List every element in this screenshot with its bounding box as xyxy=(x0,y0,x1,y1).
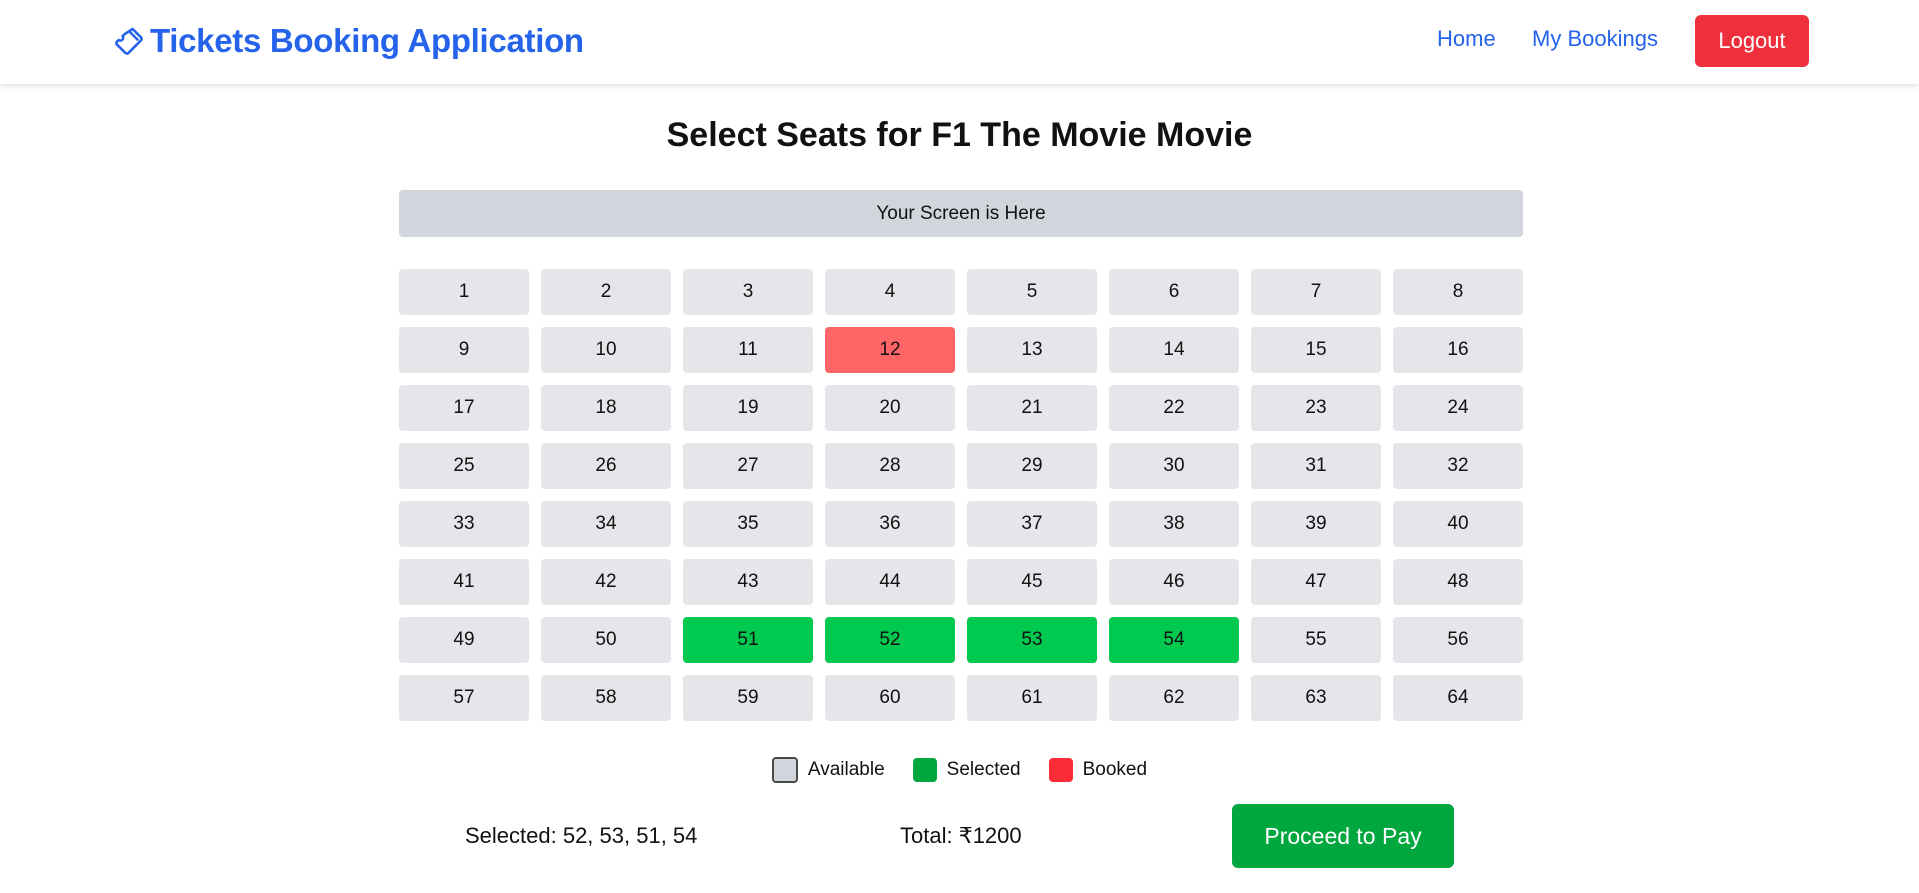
seat-64[interactable]: 64 xyxy=(1393,675,1523,721)
seat-46[interactable]: 46 xyxy=(1109,559,1239,605)
seat-49[interactable]: 49 xyxy=(399,617,529,663)
legend-available-label: Available xyxy=(807,759,885,780)
seat-5[interactable]: 5 xyxy=(967,269,1097,315)
seat-10[interactable]: 10 xyxy=(541,327,671,373)
brand-link[interactable]: Tickets Booking Application xyxy=(112,18,584,64)
legend-available-swatch xyxy=(771,757,798,783)
seat-61[interactable]: 61 xyxy=(967,675,1097,721)
seat-21[interactable]: 21 xyxy=(967,385,1097,431)
seat-62[interactable]: 62 xyxy=(1109,675,1239,721)
seat-15[interactable]: 15 xyxy=(1251,327,1381,373)
seat-grid: 1 2 3 4 5 6 7 8 9 10 11 12 13 14 15 16 17 18 19 20 21 22 23 24 2… xyxy=(399,269,1523,721)
seat-57[interactable]: 57 xyxy=(399,675,529,721)
seat-43[interactable]: 43 xyxy=(683,559,813,605)
nav-home-link[interactable]: Home xyxy=(1437,26,1496,52)
screen-indicator: Your Screen is Here xyxy=(399,190,1523,237)
seat-58[interactable]: 58 xyxy=(541,675,671,721)
seat-7[interactable]: 7 xyxy=(1251,269,1381,315)
seat-12: 12 xyxy=(825,327,955,373)
seat-47[interactable]: 47 xyxy=(1251,559,1381,605)
seat-45[interactable]: 45 xyxy=(967,559,1097,605)
seat-35[interactable]: 35 xyxy=(683,501,813,547)
seat-63[interactable]: 63 xyxy=(1251,675,1381,721)
seat-39[interactable]: 39 xyxy=(1251,501,1381,547)
legend-selected-label: Selected xyxy=(946,759,1021,780)
nav-my-bookings-link[interactable]: My Bookings xyxy=(1532,26,1658,52)
seat-11[interactable]: 11 xyxy=(683,327,813,373)
seat-41[interactable]: 41 xyxy=(399,559,529,605)
seat-51[interactable]: 51 xyxy=(683,617,813,663)
seat-26[interactable]: 26 xyxy=(541,443,671,489)
seat-9[interactable]: 9 xyxy=(399,327,529,373)
seat-6[interactable]: 6 xyxy=(1109,269,1239,315)
logout-button[interactable]: Logout xyxy=(1695,15,1809,67)
navbar: Tickets Booking Application Home My Book… xyxy=(0,0,1919,84)
seat-19[interactable]: 19 xyxy=(683,385,813,431)
seat-50[interactable]: 50 xyxy=(541,617,671,663)
seat-8[interactable]: 8 xyxy=(1393,269,1523,315)
screen-label: Your Screen is Here xyxy=(876,202,1046,224)
selected-seats-summary: Selected: 52, 53, 51, 54 xyxy=(465,823,698,848)
legend-booked-label: Booked xyxy=(1082,759,1148,780)
seat-37[interactable]: 37 xyxy=(967,501,1097,547)
seat-53[interactable]: 53 xyxy=(967,617,1097,663)
legend-selected: Selected xyxy=(912,758,1021,782)
seat-56[interactable]: 56 xyxy=(1393,617,1523,663)
seat-31[interactable]: 31 xyxy=(1251,443,1381,489)
seat-34[interactable]: 34 xyxy=(541,501,671,547)
seat-24[interactable]: 24 xyxy=(1393,385,1523,431)
seat-33[interactable]: 33 xyxy=(399,501,529,547)
seat-52[interactable]: 52 xyxy=(825,617,955,663)
total-price: Total: ₹1200 xyxy=(900,823,1022,848)
seat-2[interactable]: 2 xyxy=(541,269,671,315)
seat-32[interactable]: 32 xyxy=(1393,443,1523,489)
seat-30[interactable]: 30 xyxy=(1109,443,1239,489)
seat-25[interactable]: 25 xyxy=(399,443,529,489)
seat-1[interactable]: 1 xyxy=(399,269,529,315)
seat-16[interactable]: 16 xyxy=(1393,327,1523,373)
seat-14[interactable]: 14 xyxy=(1109,327,1239,373)
proceed-to-pay-button[interactable]: Proceed to Pay xyxy=(1232,804,1454,868)
seat-40[interactable]: 40 xyxy=(1393,501,1523,547)
page-title: Select Seats for F1 The Movie Movie xyxy=(666,116,1253,154)
seat-23[interactable]: 23 xyxy=(1251,385,1381,431)
seat-44[interactable]: 44 xyxy=(825,559,955,605)
legend-booked-swatch xyxy=(1048,758,1073,782)
seat-legend: Available Selected Booked xyxy=(0,757,1919,783)
seat-55[interactable]: 55 xyxy=(1251,617,1381,663)
seat-59[interactable]: 59 xyxy=(683,675,813,721)
seat-48[interactable]: 48 xyxy=(1393,559,1523,605)
legend-booked: Booked xyxy=(1048,758,1148,782)
seat-27[interactable]: 27 xyxy=(683,443,813,489)
legend-available: Available xyxy=(771,757,885,783)
seat-28[interactable]: 28 xyxy=(825,443,955,489)
seat-17[interactable]: 17 xyxy=(399,385,529,431)
seat-42[interactable]: 42 xyxy=(541,559,671,605)
seat-60[interactable]: 60 xyxy=(825,675,955,721)
legend-selected-swatch xyxy=(912,758,937,782)
seat-18[interactable]: 18 xyxy=(541,385,671,431)
seat-54[interactable]: 54 xyxy=(1109,617,1239,663)
seat-20[interactable]: 20 xyxy=(825,385,955,431)
seat-22[interactable]: 22 xyxy=(1109,385,1239,431)
seat-29[interactable]: 29 xyxy=(967,443,1097,489)
seat-4[interactable]: 4 xyxy=(825,269,955,315)
ticket-icon xyxy=(112,24,146,58)
brand-title: Tickets Booking Application xyxy=(150,22,584,59)
seat-36[interactable]: 36 xyxy=(825,501,955,547)
seat-3[interactable]: 3 xyxy=(683,269,813,315)
seat-13[interactable]: 13 xyxy=(967,327,1097,373)
seat-38[interactable]: 38 xyxy=(1109,501,1239,547)
